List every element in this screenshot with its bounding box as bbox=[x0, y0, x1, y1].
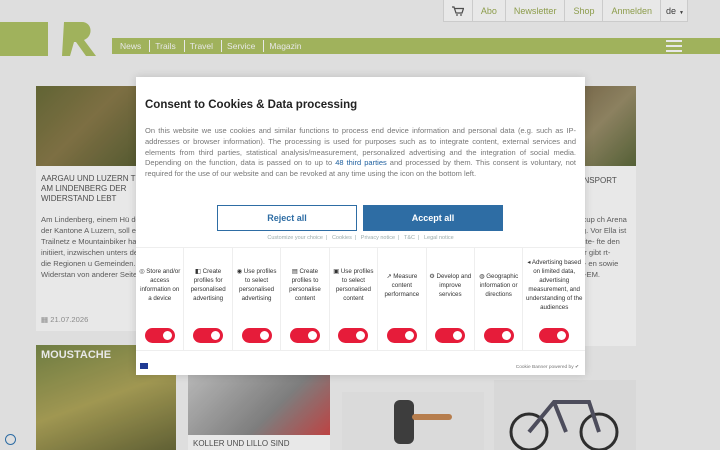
powered-by: Cookie Banner powered by ✔ bbox=[516, 365, 579, 370]
consent-body: On this website we use cookies and simil… bbox=[145, 126, 576, 180]
content-icon: ▣ bbox=[333, 268, 341, 275]
purpose-text: Geographic information or directions bbox=[479, 272, 519, 298]
consent-title: Consent to Cookies & Data processing bbox=[145, 99, 358, 111]
purpose-text: Store and/or access information on a dev… bbox=[140, 268, 181, 302]
legal-notice-link[interactable]: Legal notice bbox=[424, 235, 454, 241]
purpose-toggle[interactable] bbox=[539, 328, 570, 343]
tools-icon: ⚙ bbox=[429, 272, 437, 280]
purpose-label: ◂ Advertising based on limited data, adv… bbox=[525, 248, 583, 322]
purpose-create-content-profiles: ▤ Create profiles to personalise content bbox=[281, 248, 330, 350]
terms-link[interactable]: T&C bbox=[404, 235, 415, 241]
purpose-text: Use profiles to select personalised adve… bbox=[239, 268, 277, 302]
purpose-text: Use profiles to select personalised cont… bbox=[335, 268, 374, 302]
purpose-toggle[interactable] bbox=[338, 328, 369, 343]
purpose-toggle[interactable] bbox=[289, 328, 320, 343]
purpose-geographic: ◍ Geographic information or directions bbox=[475, 248, 524, 350]
accept-all-button[interactable]: Accept all bbox=[363, 205, 503, 231]
profile-icon: ◧ bbox=[195, 268, 203, 275]
purpose-limited-data-ads: ◂ Advertising based on limited data, adv… bbox=[523, 248, 585, 350]
purpose-measure-content: ↗ Measure content performance bbox=[378, 248, 427, 350]
purpose-use-content-profiles: ▣ Use profiles to select personalised co… bbox=[330, 248, 379, 350]
purpose-toggle[interactable] bbox=[241, 328, 272, 343]
purpose-label: ▤ Create profiles to personalise content bbox=[283, 248, 326, 322]
purpose-label: ◍ Geographic information or directions bbox=[477, 248, 520, 322]
reject-all-button[interactable]: Reject all bbox=[217, 205, 357, 231]
cookies-link[interactable]: Cookies bbox=[332, 235, 352, 241]
customize-choice-link[interactable]: Customize your choice bbox=[267, 235, 323, 241]
purpose-label: ◉ Use profiles to select personalised ad… bbox=[235, 248, 278, 322]
purpose-toggle[interactable] bbox=[386, 328, 417, 343]
purpose-toggle[interactable] bbox=[483, 328, 514, 343]
target-icon: ◉ bbox=[236, 268, 244, 275]
banner-logo-icon: ✔ bbox=[574, 365, 579, 370]
powered-by-text: Cookie Banner powered by bbox=[515, 365, 574, 370]
purpose-use-ad-profiles: ◉ Use profiles to select personalised ad… bbox=[233, 248, 282, 350]
purpose-develop-services: ⚙ Develop and improve services bbox=[427, 248, 475, 350]
purpose-toggle[interactable] bbox=[144, 328, 175, 343]
purpose-label: ↗ Measure content performance bbox=[380, 248, 423, 322]
language-flag-icon[interactable] bbox=[140, 363, 148, 369]
purpose-toggle[interactable] bbox=[435, 328, 466, 343]
privacy-notice-link[interactable]: Privacy notice bbox=[361, 235, 395, 241]
third-parties-link[interactable]: 48 third parties bbox=[335, 158, 387, 167]
consent-links: Customize your choice | Cookies | Privacy … bbox=[267, 235, 454, 241]
purpose-create-ad-profiles: ◧ Create profiles for personalised adver… bbox=[184, 248, 233, 350]
purpose-text: Advertising based on limited data, adver… bbox=[525, 259, 583, 311]
purpose-text: Develop and improve services bbox=[436, 272, 472, 298]
cookie-settings-icon[interactable] bbox=[5, 434, 16, 445]
cookie-consent-dialog: Consent to Cookies & Data processing On … bbox=[136, 77, 585, 375]
purpose-label: ◎ Store and/or access information on a d… bbox=[138, 248, 181, 322]
purpose-toggle[interactable] bbox=[193, 328, 224, 343]
purpose-list: ◎ Store and/or access information on a d… bbox=[136, 247, 585, 351]
purpose-label: ◧ Create profiles for personalised adver… bbox=[186, 248, 229, 322]
purpose-label: ▣ Use profiles to select personalised co… bbox=[332, 248, 375, 322]
purpose-store-access: ◎ Store and/or access information on a d… bbox=[136, 248, 185, 350]
purpose-label: ⚙ Develop and improve services bbox=[429, 248, 472, 322]
